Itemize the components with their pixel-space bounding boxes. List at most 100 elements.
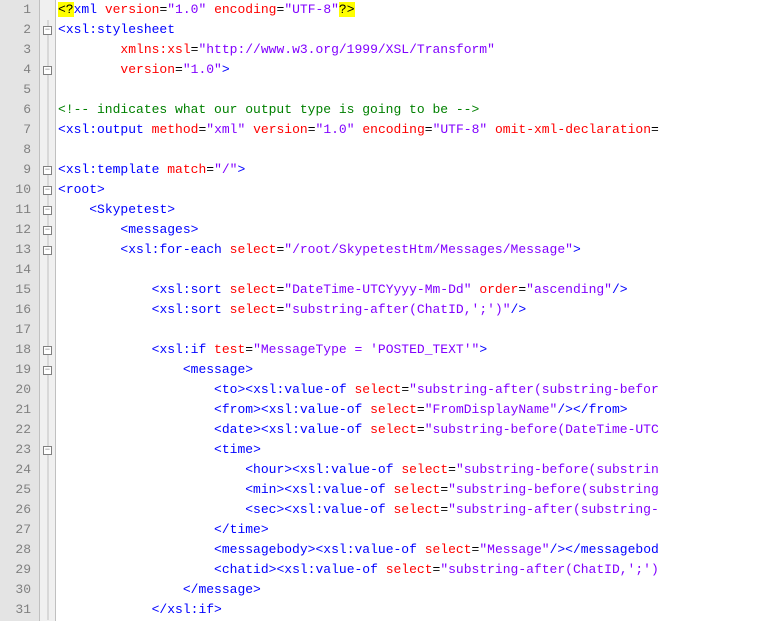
fold-toggle-icon[interactable]: − (43, 446, 52, 455)
line-number: 8 (0, 140, 39, 160)
code-line[interactable] (58, 140, 758, 160)
line-number: 20 (0, 380, 39, 400)
fold-cell (40, 500, 55, 520)
fold-cell (40, 580, 55, 600)
fold-cell (40, 400, 55, 420)
fold-toggle-icon[interactable]: − (43, 366, 52, 375)
line-number: 16 (0, 300, 39, 320)
code-line[interactable] (58, 320, 758, 340)
code-line[interactable]: <chatid><xsl:value-of select="substring-… (58, 560, 758, 580)
code-line[interactable]: <xsl:template match="/"> (58, 160, 758, 180)
code-line[interactable]: <!-- indicates what our output type is g… (58, 100, 758, 120)
line-number: 1 (0, 0, 39, 20)
line-number: 21 (0, 400, 39, 420)
line-number: 30 (0, 580, 39, 600)
fold-cell (40, 560, 55, 580)
fold-toggle-icon[interactable]: − (43, 346, 52, 355)
fold-toggle-icon[interactable]: − (43, 246, 52, 255)
fold-toggle-icon[interactable]: − (43, 206, 52, 215)
code-line[interactable]: <messagebody><xsl:value-of select="Messa… (58, 540, 758, 560)
fold-cell: − (40, 200, 55, 220)
line-number: 6 (0, 100, 39, 120)
line-number: 5 (0, 80, 39, 100)
code-line[interactable]: <Skypetest> (58, 200, 758, 220)
fold-toggle-icon[interactable]: − (43, 66, 52, 75)
code-line[interactable]: <message> (58, 360, 758, 380)
code-line[interactable]: <min><xsl:value-of select="substring-bef… (58, 480, 758, 500)
code-line[interactable]: <sec><xsl:value-of select="substring-aft… (58, 500, 758, 520)
fold-cell: − (40, 20, 55, 40)
line-number: 12 (0, 220, 39, 240)
code-line[interactable]: </message> (58, 580, 758, 600)
fold-cell (40, 0, 55, 20)
code-line[interactable]: <xsl:sort select="substring-after(ChatID… (58, 300, 758, 320)
code-line[interactable]: xmlns:xsl="http://www.w3.org/1999/XSL/Tr… (58, 40, 758, 60)
code-line[interactable]: <root> (58, 180, 758, 200)
fold-cell (40, 300, 55, 320)
fold-cell (40, 260, 55, 280)
code-line[interactable]: <xsl:output method="xml" version="1.0" e… (58, 120, 758, 140)
fold-cell: − (40, 60, 55, 80)
code-line[interactable]: <?xml version="1.0" encoding="UTF-8"?> (58, 0, 758, 20)
code-line[interactable]: version="1.0"> (58, 60, 758, 80)
code-line[interactable]: <xsl:for-each select="/root/SkypetestHtm… (58, 240, 758, 260)
fold-cell (40, 480, 55, 500)
code-line[interactable]: <hour><xsl:value-of select="substring-be… (58, 460, 758, 480)
line-number: 29 (0, 560, 39, 580)
code-line[interactable]: <date><xsl:value-of select="substring-be… (58, 420, 758, 440)
code-line[interactable]: </xsl:if> (58, 600, 758, 620)
code-line[interactable]: <xsl:stylesheet (58, 20, 758, 40)
line-number: 25 (0, 480, 39, 500)
fold-cell (40, 280, 55, 300)
code-line[interactable]: <to><xsl:value-of select="substring-afte… (58, 380, 758, 400)
line-number: 7 (0, 120, 39, 140)
line-number: 10 (0, 180, 39, 200)
fold-column[interactable]: − − − − − − − − − − (40, 0, 56, 621)
line-number: 17 (0, 320, 39, 340)
fold-cell: − (40, 360, 55, 380)
code-line[interactable]: <time> (58, 440, 758, 460)
line-number: 11 (0, 200, 39, 220)
line-number: 31 (0, 600, 39, 620)
fold-cell: − (40, 160, 55, 180)
line-number: 18 (0, 340, 39, 360)
fold-cell (40, 460, 55, 480)
fold-cell (40, 100, 55, 120)
line-number: 19 (0, 360, 39, 380)
code-line[interactable] (58, 260, 758, 280)
code-line[interactable]: <xsl:if test="MessageType = 'POSTED_TEXT… (58, 340, 758, 360)
fold-cell (40, 540, 55, 560)
line-number: 28 (0, 540, 39, 560)
fold-toggle-icon[interactable]: − (43, 166, 52, 175)
fold-cell (40, 420, 55, 440)
fold-cell (40, 320, 55, 340)
line-number: 27 (0, 520, 39, 540)
line-number: 4 (0, 60, 39, 80)
code-area[interactable]: <?xml version="1.0" encoding="UTF-8"?><x… (56, 0, 758, 621)
fold-cell: − (40, 440, 55, 460)
fold-cell (40, 80, 55, 100)
fold-cell: − (40, 220, 55, 240)
code-editor[interactable]: 1234567891011121314151617181920212223242… (0, 0, 758, 621)
line-number: 26 (0, 500, 39, 520)
line-number: 13 (0, 240, 39, 260)
code-line[interactable]: <messages> (58, 220, 758, 240)
code-line[interactable]: <from><xsl:value-of select="FromDisplayN… (58, 400, 758, 420)
line-number: 3 (0, 40, 39, 60)
line-number: 22 (0, 420, 39, 440)
fold-cell: − (40, 340, 55, 360)
code-line[interactable] (58, 80, 758, 100)
fold-cell (40, 40, 55, 60)
fold-toggle-icon[interactable]: − (43, 226, 52, 235)
line-number: 23 (0, 440, 39, 460)
fold-cell (40, 120, 55, 140)
line-number: 9 (0, 160, 39, 180)
fold-cell (40, 380, 55, 400)
fold-toggle-icon[interactable]: − (43, 186, 52, 195)
code-line[interactable]: <xsl:sort select="DateTime-UTCYyyy-Mm-Dd… (58, 280, 758, 300)
line-number: 14 (0, 260, 39, 280)
fold-cell: − (40, 240, 55, 260)
line-number-gutter: 1234567891011121314151617181920212223242… (0, 0, 40, 621)
fold-toggle-icon[interactable]: − (43, 26, 52, 35)
code-line[interactable]: </time> (58, 520, 758, 540)
